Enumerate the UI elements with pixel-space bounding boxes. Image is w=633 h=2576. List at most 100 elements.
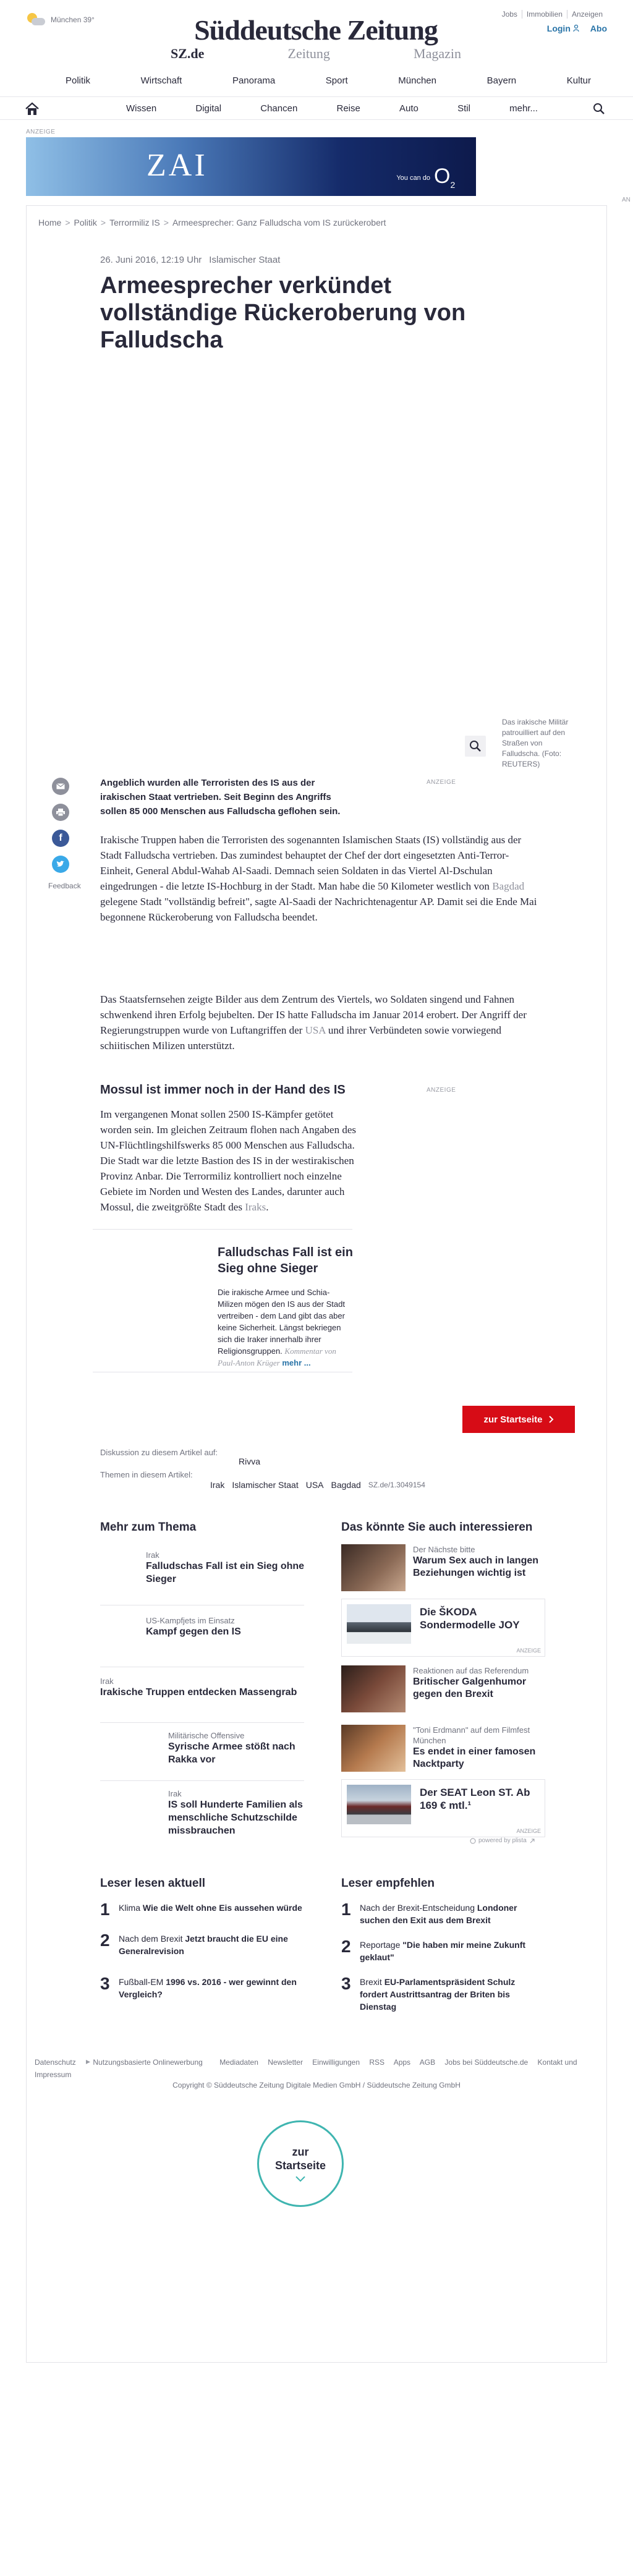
zoom-button[interactable] xyxy=(465,736,486,757)
topic-usa[interactable]: USA xyxy=(306,1480,324,1490)
arrow-icon xyxy=(530,1838,535,1843)
teaser-title[interactable]: Falludschas Fall ist ein Sieg ohne Siege… xyxy=(218,1244,354,1277)
topic-irak[interactable]: Irak xyxy=(210,1480,224,1490)
nav-muenchen[interactable]: München xyxy=(398,75,436,86)
footer-einwilligungen[interactable]: Einwilligungen xyxy=(312,2058,360,2067)
readers-recommend-heading: Leser empfehlen xyxy=(341,1877,435,1890)
commentary-teaser[interactable]: Falludschas Fall ist ein Sieg ohne Siege… xyxy=(93,1229,354,1372)
primary-nav: Politik Wirtschaft Panorama Sport Münche… xyxy=(66,75,591,86)
image-caption: Das irakische Militär patrouilliert auf … xyxy=(502,718,569,768)
recommend-rank-2[interactable]: 2 Reportage "Die haben mir meine Zukunft… xyxy=(341,1938,545,1963)
footer-jobs[interactable]: Jobs bei Süddeutsche.de xyxy=(444,2058,528,2067)
recommendation-item-1[interactable]: Der Nächste bitte Warum Sex auch in lange… xyxy=(341,1544,545,1594)
sublink-zeitung[interactable]: Zeitung xyxy=(288,46,330,62)
sublink-magazin[interactable]: Magazin xyxy=(414,46,461,62)
facebook-icon: f xyxy=(59,833,62,843)
breadcrumb-current: Armeesprecher: Ganz Falludscha vom IS zu… xyxy=(172,218,386,227)
weather-icon xyxy=(26,12,47,27)
nav-mehr[interactable]: mehr... xyxy=(509,103,538,114)
ad-tagline: You can do xyxy=(396,174,430,182)
recommendation-item-2[interactable]: Reaktionen auf das Referendum Britischer … xyxy=(341,1665,545,1715)
twitter-share-button[interactable] xyxy=(52,856,69,873)
thumbnail xyxy=(341,1725,406,1772)
more-topic-item-5[interactable]: Irak IS soll Hunderte Familien als mensc… xyxy=(168,1789,304,1837)
nav-sport[interactable]: Sport xyxy=(326,75,348,86)
sponsored-item-seat[interactable]: Der SEAT Leon ST. Ab 169 € mtl.¹ ANZEIGE xyxy=(341,1779,545,1837)
topic-bagdad[interactable]: Bagdad xyxy=(331,1480,361,1490)
article-paragraph-2: Das Staatsfernsehen zeigte Bilder aus de… xyxy=(100,993,527,1052)
breadcrumb-terrormiliz[interactable]: Terrormiliz IS xyxy=(109,218,160,227)
recommendation-item-3[interactable]: "Toni Erdmann" auf dem Filmfest München E… xyxy=(341,1725,545,1774)
nav-digital[interactable]: Digital xyxy=(195,103,221,114)
ad-banner[interactable]: ZAI You can do O2 xyxy=(26,137,476,196)
footer-onlinewerbung[interactable]: Nutzungsbasierte Onlinewerbung xyxy=(85,2058,210,2067)
reading-rank-2[interactable]: 2 Nach dem Brexit Jetzt braucht die EU e… xyxy=(100,1932,304,1957)
link-iraks[interactable]: Iraks xyxy=(245,1201,266,1213)
sponsored-item-skoda[interactable]: Die ŠKODA Sondermodelle JOY ANZEIGE xyxy=(341,1599,545,1657)
topic-islamischer-staat[interactable]: Islamischer Staat xyxy=(232,1480,298,1490)
link-bagdad[interactable]: Bagdad xyxy=(492,880,524,892)
more-topic-item-3[interactable]: Irak Irakische Truppen entdecken Masseng… xyxy=(100,1677,304,1699)
footer-mediadaten[interactable]: Mediadaten xyxy=(219,2058,258,2067)
article-category[interactable]: Islamischer Staat xyxy=(209,255,280,265)
more-topic-item-1[interactable]: Irak Falludschas Fall ist ein Sieg ohne … xyxy=(146,1550,307,1586)
divider xyxy=(100,1722,304,1723)
sublink-szde[interactable]: SZ.de xyxy=(171,46,204,62)
plista-attribution[interactable]: powered by plista xyxy=(470,1837,535,1844)
site-logo[interactable]: Süddeutsche Zeitung xyxy=(171,14,461,46)
search-icon[interactable] xyxy=(592,102,606,116)
nav-wirtschaft[interactable]: Wirtschaft xyxy=(141,75,182,86)
thumbnail xyxy=(341,1544,406,1591)
footer-newsletter[interactable]: Newsletter xyxy=(268,2058,303,2067)
nav-bayern[interactable]: Bayern xyxy=(487,75,517,86)
abo-link[interactable]: Abo xyxy=(590,23,607,33)
footer-agb[interactable]: AGB xyxy=(420,2058,435,2067)
reading-rank-1[interactable]: 1 Klima Wie die Welt ohne Eis aussehen w… xyxy=(100,1901,304,1918)
discussion-rivva-link[interactable]: Rivva xyxy=(239,1456,260,1466)
to-homepage-button[interactable]: zur Startseite xyxy=(462,1406,575,1433)
feedback-link[interactable]: Feedback xyxy=(48,882,81,890)
footer-rss[interactable]: RSS xyxy=(369,2058,384,2067)
inline-ad-label-2: ANZEIGE xyxy=(427,1087,456,1094)
account-links: Login Abo xyxy=(547,23,607,33)
thumbnail xyxy=(341,1665,406,1712)
nav-auto[interactable]: Auto xyxy=(399,103,418,114)
ad-brand: ZAI xyxy=(147,148,208,183)
nav-stil[interactable]: Stil xyxy=(457,103,470,114)
more-topic-item-2[interactable]: US-Kampfjets im Einsatz Kampf gegen den … xyxy=(146,1616,307,1638)
login-link[interactable]: Login xyxy=(547,23,579,33)
scroll-to-homepage-button[interactable]: zur Startseite xyxy=(257,2120,344,2207)
recommend-rank-1[interactable]: 1 Nach der Brexit-Entscheidung Londoner … xyxy=(341,1901,545,1926)
topics-label: Themen in diesem Artikel: xyxy=(100,1470,193,1479)
weather-widget[interactable]: München 39° xyxy=(26,12,95,27)
share-bar: f Feedback xyxy=(48,778,81,890)
footer-apps[interactable]: Apps xyxy=(394,2058,410,2067)
recommend-rank-3[interactable]: 3 Brexit EU-Parlamentspräsident Schulz f… xyxy=(341,1975,545,2013)
nav-wissen[interactable]: Wissen xyxy=(126,103,156,114)
link-usa[interactable]: USA xyxy=(305,1024,326,1036)
more-topic-item-4[interactable]: Militärische Offensive Syrische Armee st… xyxy=(168,1731,304,1766)
nav-politik[interactable]: Politik xyxy=(66,75,90,86)
article-headline: Armeesprecher verkündet vollständige Rüc… xyxy=(100,273,466,353)
article-image[interactable] xyxy=(100,359,542,760)
nav-reise[interactable]: Reise xyxy=(336,103,360,114)
print-button[interactable] xyxy=(52,804,69,821)
toplink-jobs[interactable]: Jobs xyxy=(498,10,522,19)
footer-datenschutz[interactable]: Datenschutz xyxy=(35,2058,76,2067)
nav-panorama[interactable]: Panorama xyxy=(232,75,275,86)
reading-rank-3[interactable]: 3 Fußball-EM 1996 vs. 2016 - wer gewinnt… xyxy=(100,1975,304,2000)
toplink-immobilien[interactable]: Immobilien xyxy=(521,10,567,19)
breadcrumb-home[interactable]: Home xyxy=(38,218,61,227)
short-url[interactable]: SZ.de/1.3049154 xyxy=(368,1480,425,1490)
email-share-button[interactable] xyxy=(52,778,69,795)
ad-logo: O2 xyxy=(434,164,456,190)
home-icon[interactable] xyxy=(25,102,40,116)
facebook-share-button[interactable]: f xyxy=(52,830,69,847)
article-meta: 26. Juni 2016, 12:19 Uhr Islamischer Sta… xyxy=(100,255,280,265)
teaser-more-link[interactable]: mehr ... xyxy=(282,1358,310,1367)
breadcrumb-politik[interactable]: Politik xyxy=(74,218,97,227)
thumbnail xyxy=(347,1785,411,1824)
nav-kultur[interactable]: Kultur xyxy=(567,75,591,86)
nav-chancen[interactable]: Chancen xyxy=(260,103,297,114)
toplink-anzeigen[interactable]: Anzeigen xyxy=(566,10,607,19)
